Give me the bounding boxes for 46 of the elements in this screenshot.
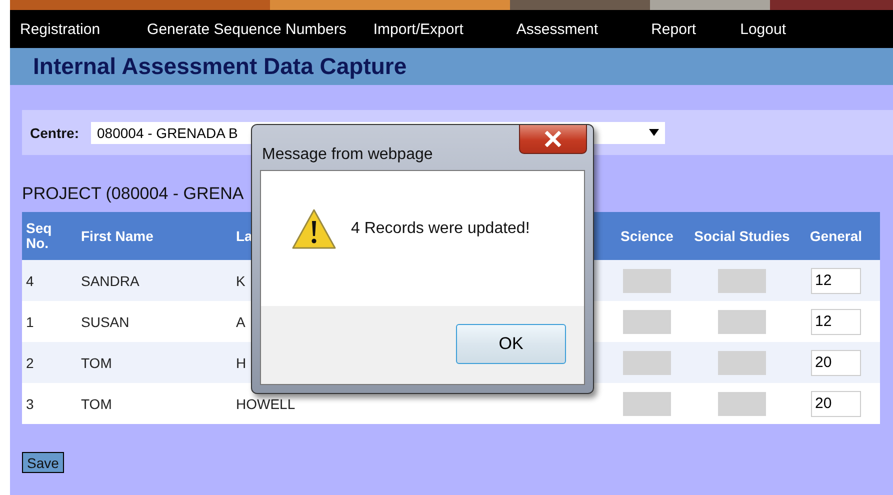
score-field[interactable]	[718, 350, 766, 374]
table-cell-text: 1	[25, 314, 35, 330]
column-header: Social Studies	[693, 228, 791, 244]
column-header: Seq No.	[25, 221, 53, 251]
table-cell-text: K	[235, 272, 246, 288]
table-cell-text: SUSAN	[80, 314, 130, 330]
table-cell-text: HOWELL	[235, 396, 296, 412]
score-field[interactable]	[718, 392, 766, 416]
nav-link[interactable]: Registration	[20, 20, 100, 38]
table-cell-text: H	[235, 354, 248, 370]
warning-icon	[291, 208, 337, 250]
table-cell-text: 4	[25, 272, 35, 288]
nav-link[interactable]: Logout	[740, 20, 786, 38]
table-cell-text: TOM	[80, 396, 113, 412]
score-field[interactable]	[718, 310, 766, 334]
centre-label: Centre:	[30, 124, 80, 140]
nav-link[interactable]: Import/Export	[373, 20, 464, 38]
score-field[interactable]	[623, 350, 671, 374]
table-cell-text: 3	[25, 396, 35, 412]
general-score-field[interactable]: 12	[811, 308, 861, 334]
ok-button[interactable]: OK	[456, 324, 566, 364]
general-score-field[interactable]: 20	[811, 390, 861, 416]
nav-link[interactable]: Generate Sequence Numbers	[147, 20, 346, 38]
close-icon	[544, 131, 562, 147]
caret-icon	[649, 129, 660, 136]
score-field[interactable]	[623, 392, 671, 416]
column-header: General	[808, 228, 864, 244]
general-score-field[interactable]: 20	[811, 350, 861, 376]
table-cell-text: SANDRA	[80, 272, 140, 288]
score-field[interactable]	[623, 310, 671, 334]
score-field[interactable]	[718, 268, 766, 292]
page-title: Internal Assessment Data Capture	[33, 53, 407, 80]
nav-link[interactable]: Report	[651, 20, 696, 38]
table-cell-text: A	[235, 314, 246, 330]
table-cell-text: TOM	[80, 354, 113, 370]
column-header: Science	[620, 228, 674, 244]
score-field[interactable]	[623, 268, 671, 292]
column-header: First Name	[80, 228, 154, 244]
dialog-message: 4 Records were updated!	[351, 220, 530, 238]
nav-link[interactable]: Assessment	[516, 20, 598, 38]
table-cell-text: 2	[25, 354, 35, 370]
close-button[interactable]	[519, 125, 587, 154]
general-score-field[interactable]: 12	[811, 268, 861, 294]
section-heading: PROJECT (080004 - GRENA	[22, 184, 245, 204]
save-button[interactable]: Save	[22, 452, 64, 473]
dialog-title: Message from webpage	[261, 146, 433, 164]
